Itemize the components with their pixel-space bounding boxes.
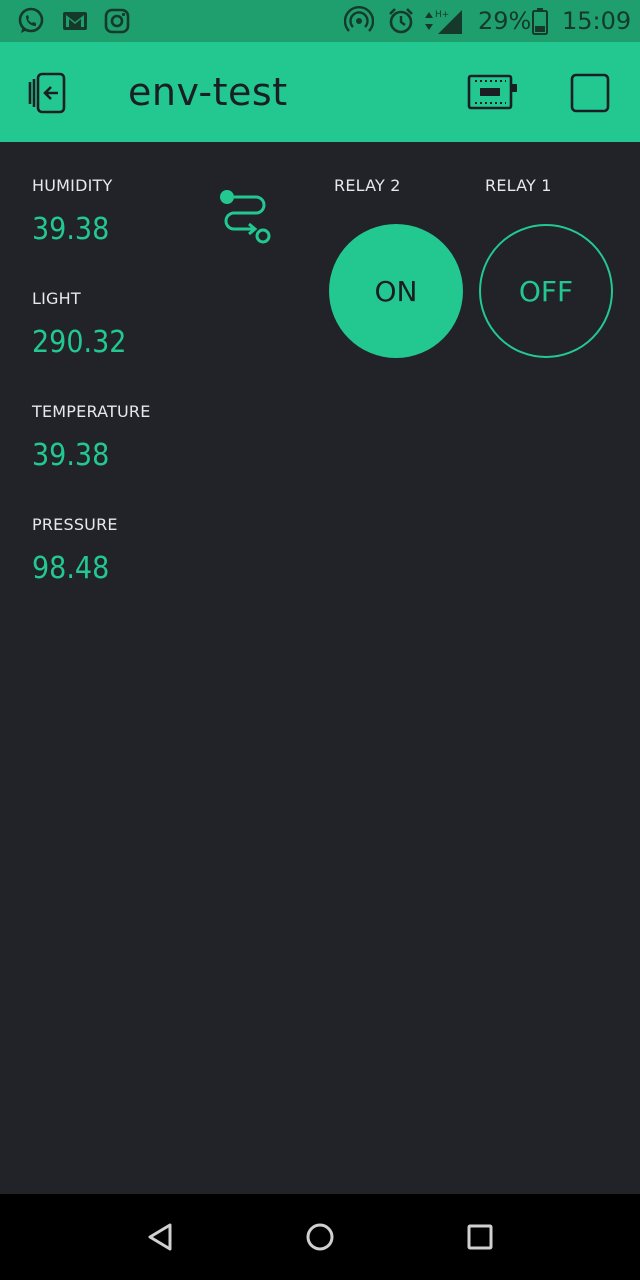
instagram-icon xyxy=(104,8,130,34)
alarm-icon xyxy=(389,8,413,34)
battery-icon xyxy=(532,8,548,35)
navigation-bar xyxy=(0,1194,640,1280)
home-icon[interactable] xyxy=(296,1213,344,1261)
temperature-label: TEMPERATURE xyxy=(32,402,151,421)
app-bar: env-test xyxy=(0,42,640,142)
route-icon[interactable] xyxy=(216,186,274,244)
hotspot-icon xyxy=(344,6,374,32)
exit-icon[interactable] xyxy=(26,70,72,116)
pressure-label: PRESSURE xyxy=(32,515,118,534)
clock: 15:09 xyxy=(562,7,632,35)
light-value: 290.32 xyxy=(32,325,127,360)
recents-icon[interactable] xyxy=(456,1213,504,1261)
pressure-value: 98.48 xyxy=(32,551,110,586)
relay-1-button[interactable]: OFF xyxy=(479,224,613,358)
relay-2-label: RELAY 2 xyxy=(334,176,401,195)
relay-1-label: RELAY 1 xyxy=(485,176,552,195)
relay-2-button[interactable]: ON xyxy=(329,224,463,358)
device-icon[interactable] xyxy=(466,72,518,112)
svg-text:H+: H+ xyxy=(435,10,449,20)
battery-percent: 29% xyxy=(478,7,532,35)
temperature-value: 39.38 xyxy=(32,438,110,473)
dashboard: HUMIDITY 39.38 LIGHT 290.32 TEMPERATURE … xyxy=(0,142,640,1194)
app-title: env-test xyxy=(128,70,288,114)
signal-icon: H+ xyxy=(425,10,462,34)
stop-icon[interactable] xyxy=(569,72,611,114)
humidity-label: HUMIDITY xyxy=(32,176,113,195)
relay-1-state: OFF xyxy=(518,274,574,308)
back-icon[interactable] xyxy=(136,1213,184,1261)
status-bar: H+ 29% 15:09 xyxy=(0,0,640,42)
gmail-icon xyxy=(63,12,87,30)
humidity-value: 39.38 xyxy=(32,212,110,247)
whatsapp-icon xyxy=(18,7,44,33)
relay-2-state: ON xyxy=(374,274,418,308)
light-label: LIGHT xyxy=(32,289,81,308)
